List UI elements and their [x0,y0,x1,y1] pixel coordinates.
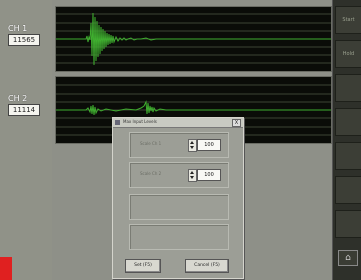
screen: CH 1 11565 CH 2 11114 Start Hold ⌂ Max I… [0,0,361,280]
scale-ch1-spinner[interactable] [188,139,197,152]
scale-ch2-input[interactable]: 100 [197,169,221,181]
red-marker [0,257,12,280]
scale-ch2-label: Scale Ch 2 [140,171,162,176]
scale-ch1-label: Scale Ch 1 [140,141,162,146]
spin-down-icon[interactable] [190,146,194,149]
channel-panel: CH 1 11565 CH 2 11114 [0,0,52,280]
home-icon[interactable]: ⌂ [338,250,358,266]
rail-button-7[interactable] [335,210,361,238]
dialog-titlebar[interactable]: Max Input Levels X [113,118,243,128]
rail-button-3[interactable] [335,74,361,102]
rail-button-5[interactable] [335,142,361,170]
scale-ch2-group: Scale Ch 2 100 [129,162,229,188]
rail-button-6[interactable] [335,176,361,204]
rail-button-1[interactable]: Start [335,6,361,34]
empty-group-2 [129,224,229,250]
channel-1-waveform [56,12,331,66]
channel-1-plot [55,6,332,72]
channel-2-value[interactable]: 11114 [8,104,40,116]
dialog-title: Max Input Levels [123,119,157,124]
scale-ch1-input[interactable]: 100 [197,139,221,151]
max-input-dialog: Max Input Levels X Scale Ch 1 100 Scale … [112,117,244,279]
empty-group-1 [129,194,229,220]
scale-ch1-group: Scale Ch 1 100 [129,132,229,158]
close-icon[interactable]: X [232,119,241,127]
cancel-button[interactable]: Cancel (F5) [185,259,229,273]
spin-up-icon[interactable] [190,141,194,144]
channel-1-label: CH 1 [8,24,28,33]
set-button[interactable]: Set (F5) [125,259,161,273]
channel-2-label: CH 2 [8,94,28,103]
spin-up-icon[interactable] [190,171,194,174]
channel-1-value[interactable]: 11565 [8,34,40,46]
rail-button-2[interactable]: Hold [335,40,361,68]
scale-ch2-spinner[interactable] [188,169,197,182]
rail-button-4[interactable] [335,108,361,136]
function-key-rail: Start Hold [332,0,361,280]
spin-down-icon[interactable] [190,176,194,179]
window-icon [115,120,120,125]
